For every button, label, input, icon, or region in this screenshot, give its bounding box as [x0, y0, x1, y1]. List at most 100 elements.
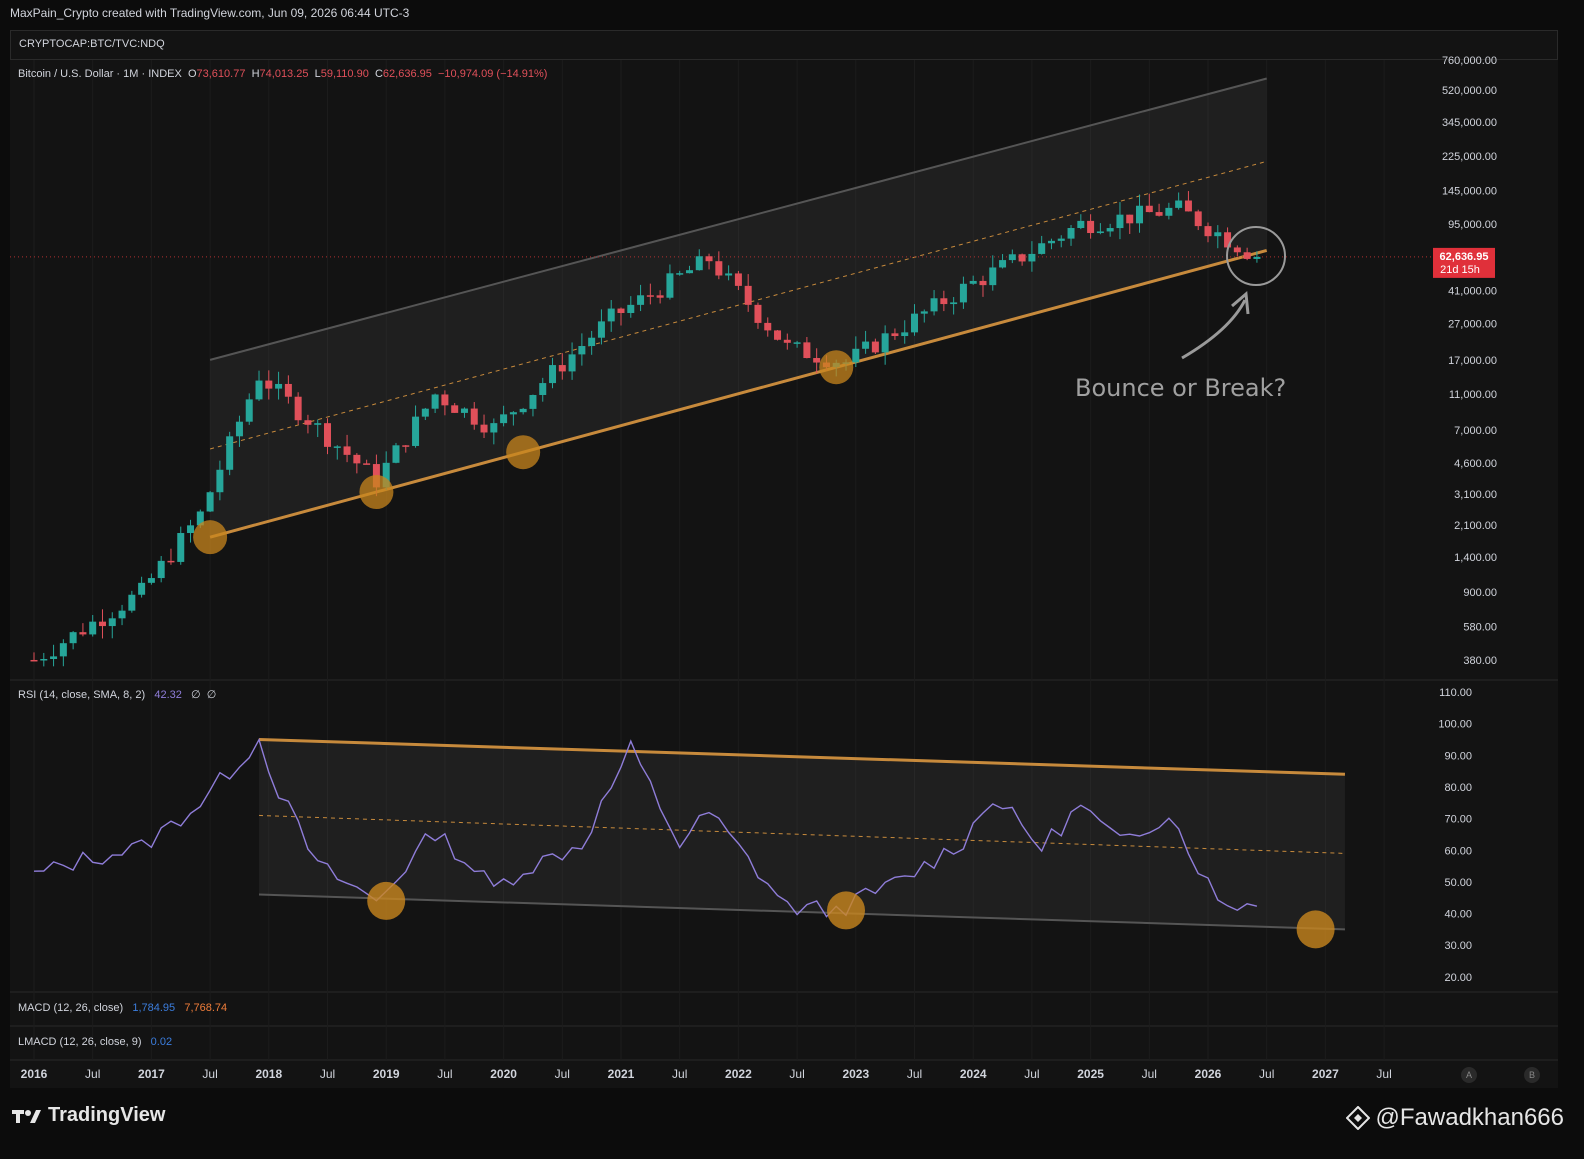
rsi-tick-label: 20.00	[1444, 972, 1472, 984]
candle-body	[128, 594, 136, 611]
binance-icon	[1345, 1106, 1370, 1130]
candle-body	[793, 342, 801, 344]
candle-body	[725, 273, 733, 276]
lmacd-value-1: 0.02	[150, 1036, 173, 1048]
candle-body	[969, 280, 977, 284]
candle-body	[754, 304, 762, 323]
candle-body	[1116, 214, 1124, 229]
price-tick-label: 760,000.00	[1442, 55, 1497, 67]
candle-body	[1165, 207, 1173, 216]
candle-body	[167, 560, 175, 563]
price-tick-label: 7,000.00	[1454, 425, 1497, 437]
candle-body	[226, 436, 234, 470]
time-tick-label: 2022	[725, 1067, 752, 1081]
rsi-touch-marker	[1296, 910, 1335, 949]
candle-body	[480, 424, 488, 433]
time-tick-label: Jul	[1259, 1067, 1274, 1081]
close-value: 62,636.95	[382, 68, 432, 80]
time-tick-label: 2020	[490, 1067, 517, 1081]
candle-body	[304, 420, 312, 425]
candle-body	[744, 285, 752, 305]
rsi-legend[interactable]: RSI (14, close, SMA, 8, 2) 42.32 ∅ ∅	[18, 688, 216, 701]
candle-body	[519, 408, 527, 413]
touch-marker	[506, 435, 541, 470]
candle-body	[59, 643, 67, 657]
rsi-extra-1: ∅	[191, 689, 201, 701]
macd-value-2: 7,768.74	[184, 1002, 228, 1014]
candle-body	[734, 273, 742, 286]
lmacd-legend-name: LMACD (12, 26, close, 9)	[18, 1036, 142, 1048]
candle-body	[813, 358, 821, 363]
rsi-touch-marker	[367, 881, 406, 920]
author-handle: @Fawadkhan666	[1345, 1104, 1564, 1132]
close-label: C	[374, 68, 383, 80]
candle-body	[1057, 238, 1065, 241]
tradingview-logo-icon	[12, 1109, 41, 1123]
price-legend-name: Bitcoin / U.S. Dollar · 1M · INDEX	[18, 68, 182, 80]
time-tick-label: 2027	[1312, 1067, 1339, 1081]
handle-text: @Fawadkhan666	[1375, 1104, 1564, 1131]
rsi-tick-label: 100.00	[1438, 719, 1472, 731]
candle-body	[920, 311, 928, 314]
time-tick-label: 2025	[1077, 1067, 1104, 1081]
candle-body	[1243, 252, 1251, 259]
candle-body	[891, 333, 899, 337]
candle-body	[50, 656, 58, 659]
candle-body	[656, 295, 664, 298]
candle-body	[588, 337, 596, 347]
candle-body	[558, 365, 566, 372]
candle-body	[187, 525, 195, 534]
candle-body	[265, 380, 273, 389]
tradingview-logo: TradingView	[12, 1104, 165, 1127]
candle-body	[989, 267, 997, 286]
open-label: O	[187, 68, 197, 80]
price-tick-label: 41,000.00	[1448, 285, 1497, 297]
candle-body	[324, 423, 331, 447]
log-scale-button[interactable]: B	[1524, 1067, 1540, 1083]
candle-body	[363, 463, 371, 465]
candle-body	[852, 348, 860, 363]
macd-legend-name: MACD (12, 26, close)	[18, 1002, 124, 1014]
annotation-text: Bounce or Break?	[1075, 374, 1286, 402]
price-tick-label: 3,100.00	[1454, 489, 1497, 501]
candle-body	[157, 560, 165, 579]
chart-canvas[interactable]: 760,000.00 520,000.00 345,000.00 225,000.00…	[0, 0, 1584, 1159]
candle-body	[1008, 254, 1016, 261]
time-tick-label: Jul	[85, 1067, 100, 1081]
candle-body	[1018, 254, 1026, 262]
candle-body	[1204, 226, 1212, 237]
price-legend[interactable]: Bitcoin / U.S. Dollar · 1M · INDEX O73,6…	[18, 68, 547, 80]
macd-legend[interactable]: MACD (12, 26, close) 1,784.95 7,768.74	[18, 1002, 227, 1014]
open-value: 73,610.77	[196, 68, 246, 80]
price-tick-label: 345,000.00	[1442, 117, 1497, 129]
candle-body	[1214, 232, 1222, 237]
candle-body	[1028, 253, 1036, 262]
auto-scale-button[interactable]: A	[1461, 1067, 1477, 1083]
countdown-text: 21d 15h	[1440, 264, 1480, 276]
candle-body	[216, 469, 224, 493]
candle-body	[1184, 200, 1192, 212]
rsi-legend-name: RSI (14, close, SMA, 8, 2)	[18, 689, 146, 701]
candle-body	[1233, 247, 1241, 253]
time-tick-label: 2018	[255, 1067, 282, 1081]
candle-body	[568, 354, 576, 372]
candle-body	[470, 408, 478, 425]
candle-body	[294, 396, 302, 421]
candle-body	[549, 365, 557, 384]
candle-body	[353, 454, 361, 464]
price-tick-label: 580.00	[1463, 622, 1497, 634]
rsi-tick-label: 60.00	[1444, 845, 1472, 857]
candle-body	[607, 308, 615, 322]
candle-body	[1077, 220, 1085, 229]
price-tick-label: 4,600.00	[1454, 458, 1497, 470]
price-tick-label: 11,000.00	[1449, 389, 1497, 401]
low-value: 59,110.90	[320, 68, 369, 80]
lmacd-legend[interactable]: LMACD (12, 26, close, 9) 0.02	[18, 1036, 172, 1048]
last-price-text: 62,636.95	[1440, 251, 1489, 263]
time-tick-label: Jul	[907, 1067, 922, 1081]
candle-body	[255, 380, 263, 400]
candle-body	[597, 321, 605, 338]
candle-body	[911, 313, 918, 333]
candle-body	[1067, 228, 1075, 239]
candle-body	[695, 256, 703, 271]
